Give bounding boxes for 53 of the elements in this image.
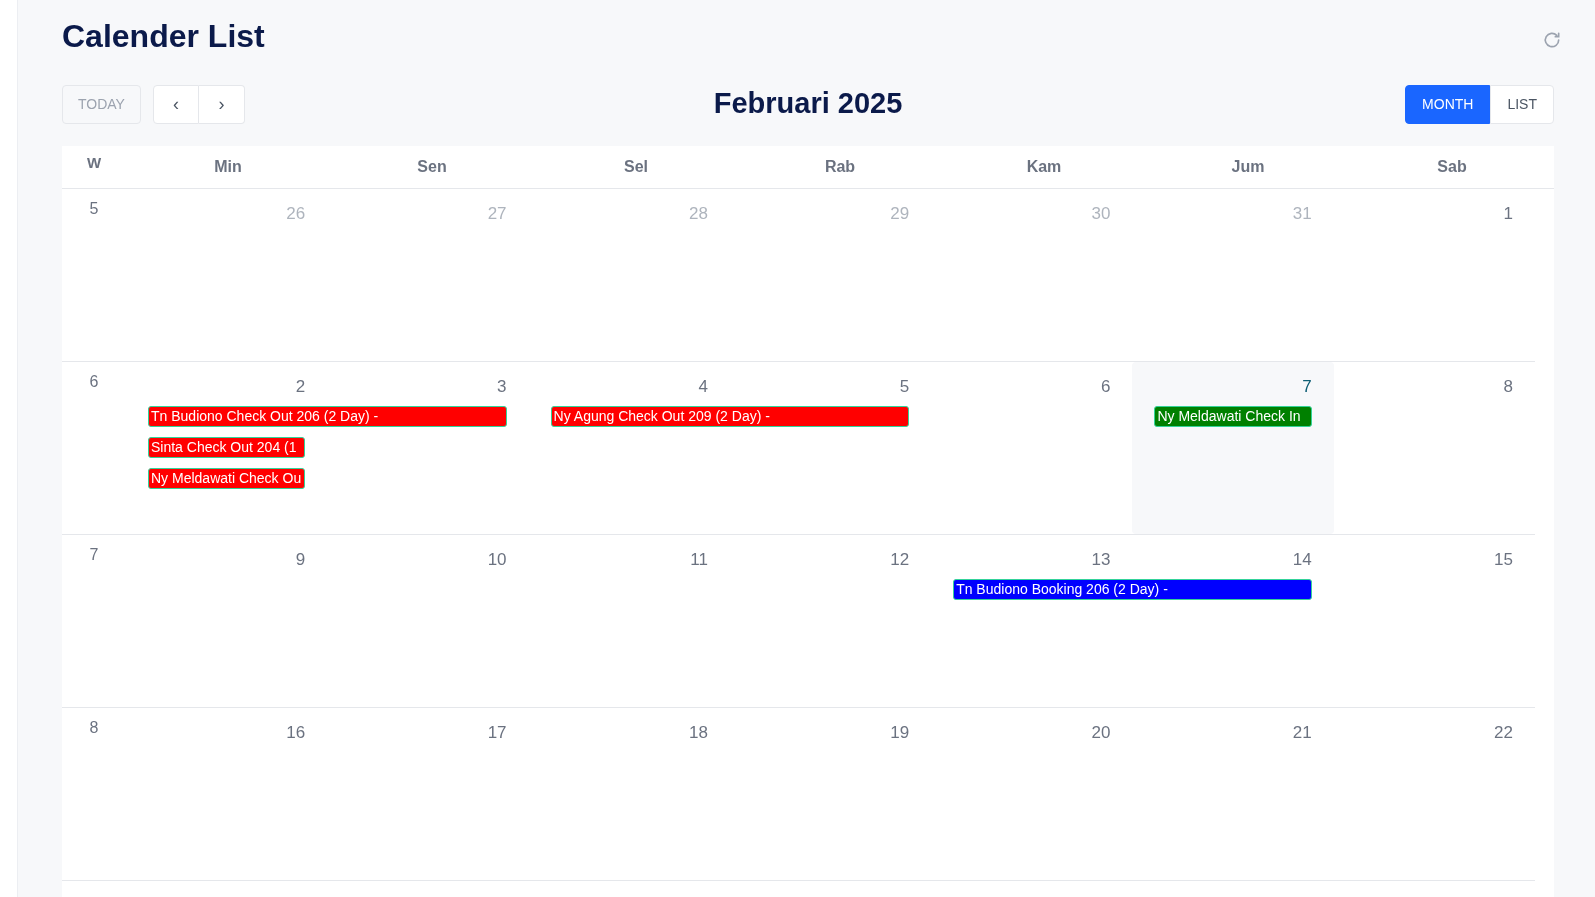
day-number: 12 xyxy=(890,549,910,571)
day-number: 14 xyxy=(1292,549,1312,571)
weekday-header: Sab xyxy=(1437,157,1467,177)
weekday-header: Sen xyxy=(417,157,447,177)
day-number: 10 xyxy=(487,549,507,571)
week-number: 7 xyxy=(89,545,99,565)
day-number: 2 xyxy=(295,376,306,398)
event-bar[interactable]: Ny Agung Check Out 209 (2 Day) - xyxy=(550,406,910,427)
view-tab[interactable]: LIST xyxy=(1490,84,1554,124)
weekday-header: Min xyxy=(214,157,242,177)
day-number: 31 xyxy=(1292,203,1312,225)
previous-button[interactable]: ‹ xyxy=(152,84,199,124)
next-button[interactable]: › xyxy=(198,84,245,124)
day-number: 22 xyxy=(1494,722,1513,744)
day-number: 29 xyxy=(890,203,910,225)
page-title: Calender List xyxy=(62,17,265,56)
event-bar[interactable]: Ny Meldawati Check In xyxy=(1154,406,1312,427)
weekday-header: Rab xyxy=(824,157,856,177)
day-number: 27 xyxy=(487,203,507,225)
event-bar[interactable]: Ny Meldawati Check Ou xyxy=(148,468,306,489)
day-number: 13 xyxy=(1091,549,1111,571)
day-number: 8 xyxy=(1503,376,1513,398)
event-bar[interactable]: Tn Budiono Check Out 206 (2 Day) - xyxy=(148,406,507,427)
week-number: 5 xyxy=(89,199,99,219)
day-number: 19 xyxy=(890,722,910,744)
day-number: 17 xyxy=(487,722,507,744)
weekday-header: Sel xyxy=(624,157,648,177)
week-number: 8 xyxy=(89,718,99,738)
day-number: 28 xyxy=(688,203,708,225)
day-number: 20 xyxy=(1091,722,1111,744)
day-number: 30 xyxy=(1091,203,1111,225)
day-number: 21 xyxy=(1292,722,1312,744)
day-number: 16 xyxy=(286,722,306,744)
week-number: 6 xyxy=(89,372,99,392)
day-number: 26 xyxy=(286,203,306,225)
view-tab[interactable]: MONTH xyxy=(1405,84,1491,124)
refresh-icon[interactable] xyxy=(1542,30,1562,50)
event-bar[interactable]: Tn Budiono Booking 206 (2 Day) - xyxy=(953,579,1312,600)
event-bar[interactable]: Sinta Check Out 204 (1 xyxy=(148,437,306,458)
day-number: 11 xyxy=(690,549,708,571)
month-title: Februari 2025 xyxy=(713,86,903,122)
day-number: 5 xyxy=(899,376,910,398)
day-number: 18 xyxy=(688,722,708,744)
day-number: 15 xyxy=(1494,549,1513,571)
day-number: 7 xyxy=(1302,376,1312,398)
day-number: 1 xyxy=(1503,203,1513,225)
week-column-header: W xyxy=(86,152,102,173)
weekday-header: Kam xyxy=(1026,157,1062,177)
day-number: 3 xyxy=(497,376,507,398)
day-number: 4 xyxy=(698,376,708,398)
weekday-header: Jum xyxy=(1231,157,1265,177)
day-number: 6 xyxy=(1100,376,1111,398)
day-number: 9 xyxy=(295,549,306,571)
